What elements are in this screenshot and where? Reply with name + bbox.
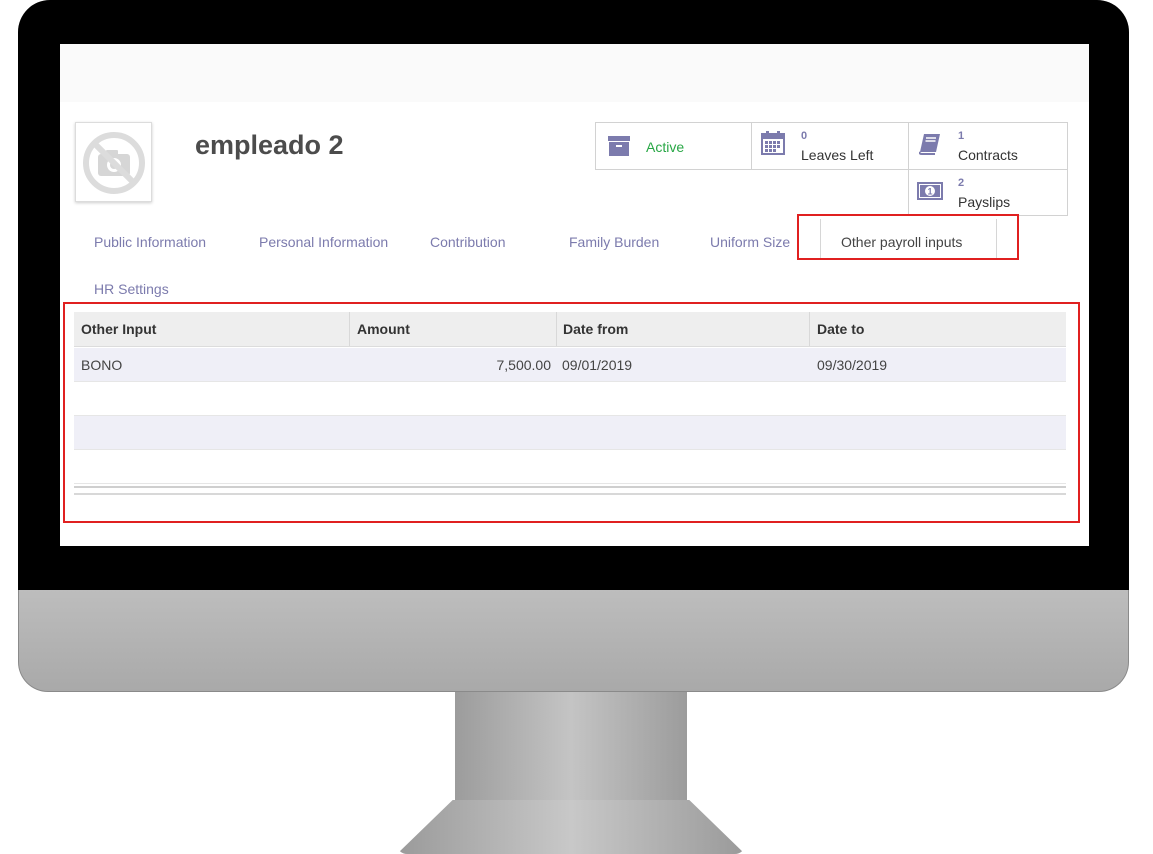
calendar-icon	[761, 131, 785, 155]
svg-text:1: 1	[927, 187, 932, 197]
employee-avatar[interactable]	[75, 122, 152, 202]
payslips-label: Payslips	[958, 194, 1011, 210]
tab-personal-information[interactable]: Personal Information	[259, 234, 388, 250]
payslips-count: 2	[958, 177, 965, 189]
table-footer-line	[74, 486, 1066, 488]
tab-other-payroll-inputs[interactable]: Other payroll inputs	[841, 234, 962, 250]
employee-form-sheet: empleado 2 Active 0 Leaves Left 1 Contra…	[60, 102, 1089, 546]
empty-table-row	[74, 382, 1066, 416]
no-photo-camera-icon	[83, 132, 145, 194]
active-label: Active	[646, 139, 685, 155]
employee-name: empleado 2	[195, 130, 344, 160]
monitor-stand-foot	[397, 800, 745, 854]
screen: empleado 2 Active 0 Leaves Left 1 Contra…	[60, 44, 1089, 546]
column-separator	[556, 312, 557, 346]
tab-uniform-size[interactable]: Uniform Size	[710, 234, 816, 250]
table-header: Other Input Amount Date from Date to	[74, 312, 1066, 347]
money-bill-icon: 1	[917, 182, 943, 200]
tab-family-burden[interactable]: Family Burden	[569, 234, 659, 250]
table-row[interactable]: BONO 7,500.00 09/01/2019 09/30/2019	[74, 348, 1066, 382]
column-header-amount[interactable]: Amount	[357, 321, 410, 337]
empty-table-row	[74, 416, 1066, 450]
cell-other-input: BONO	[81, 357, 123, 373]
contracts-label: Contracts	[958, 147, 1018, 163]
active-toggle-button[interactable]: Active	[595, 122, 752, 170]
leaves-left-count: 0	[801, 130, 808, 142]
contracts-count: 1	[958, 130, 965, 142]
cell-date-to: 09/30/2019	[817, 357, 888, 373]
tab-public-information[interactable]: Public Information	[94, 234, 206, 250]
column-header-other-input[interactable]: Other Input	[81, 321, 156, 337]
monitor-stand-neck	[455, 692, 687, 802]
table-footer-line	[74, 493, 1066, 495]
contracts-button[interactable]: 1 Contracts	[908, 122, 1068, 170]
tab-hr-settings[interactable]: HR Settings	[94, 281, 169, 297]
cell-date-from: 09/01/2019	[562, 357, 633, 373]
column-header-date-to[interactable]: Date to	[817, 321, 864, 337]
column-separator	[809, 312, 810, 346]
empty-table-row	[74, 450, 1066, 484]
payslips-button[interactable]: 1 2 Payslips	[908, 169, 1068, 216]
leaves-left-button[interactable]: 0 Leaves Left	[751, 122, 909, 170]
tab-contribution[interactable]: Contribution	[430, 234, 506, 250]
archive-icon	[608, 136, 630, 156]
leaves-left-label: Leaves Left	[801, 147, 874, 163]
column-header-date-from[interactable]: Date from	[563, 321, 628, 337]
cell-amount: 7,500.00	[496, 357, 552, 373]
monitor-chin	[18, 590, 1129, 692]
column-separator	[349, 312, 350, 346]
book-icon	[919, 134, 940, 155]
